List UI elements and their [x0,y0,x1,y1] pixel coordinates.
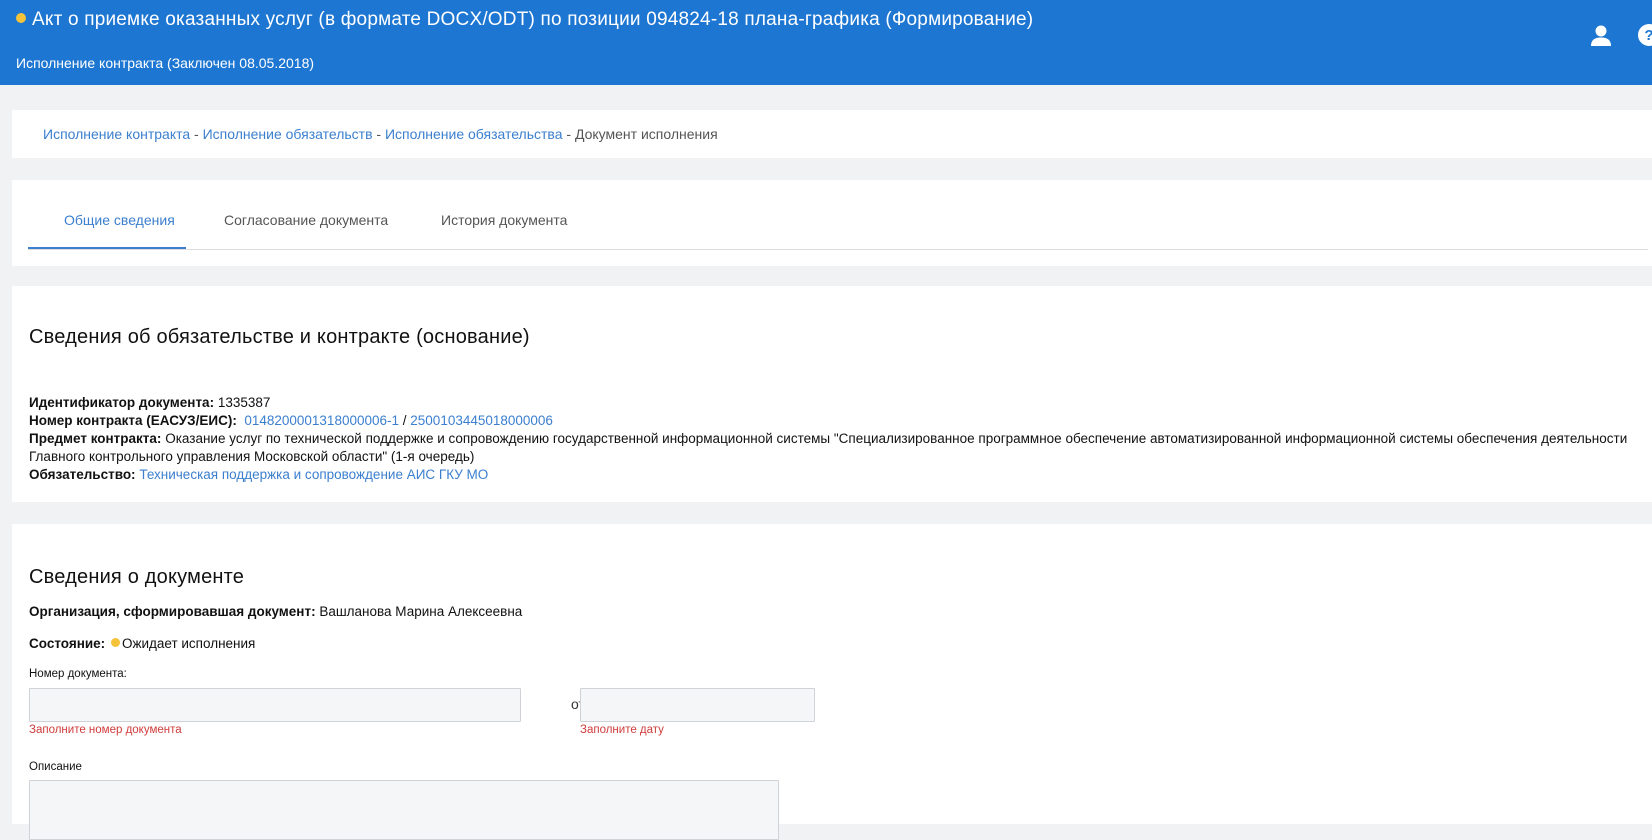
tab-bar: Общие сведения Согласование документа Ис… [28,180,1648,250]
contract-number-eis-link[interactable]: 2500103445018000006 [410,413,553,428]
breadcrumb-link-obligation[interactable]: Исполнение обязательства [385,126,563,142]
org-label: Организация, сформировавшая документ: [29,604,316,619]
contract-number-easuz-link[interactable]: 0148200001318000006-1 [244,413,399,428]
contract-number-label: Номер контракта (ЕАСУЗ/ЕИС): [29,413,237,428]
state-value: Ожидает исполнения [121,636,256,651]
tab-general[interactable]: Общие сведения [64,212,175,228]
breadcrumb-link-obligations[interactable]: Исполнение обязательств [203,126,373,142]
obligation-link[interactable]: Техническая поддержка и сопровождение АИ… [139,467,488,482]
state-dot [110,638,120,647]
document-info-title: Сведения о документе [29,566,245,588]
app-header: Акт о приемке оказанных услуг (в формате… [0,0,1652,85]
doc-date-input[interactable] [580,688,815,722]
obligation-label: Обязательство: [29,467,136,482]
org-row: Организация, сформировавшая документ: Ва… [29,604,522,619]
breadcrumb-link-contract[interactable]: Исполнение контракта [43,126,190,142]
breadcrumb-separator: - [372,126,385,142]
contract-number-row: Номер контракта (ЕАСУЗ/ЕИС): 01482000013… [29,412,1639,430]
breadcrumb: Исполнение контракта - Исполнение обязат… [43,126,718,142]
active-tab-indicator [28,247,186,249]
contract-number-separator: / [399,413,411,428]
user-icon[interactable] [1588,22,1614,48]
doc-date-error: Заполните дату [580,724,664,736]
contract-info-fields: Идентификатор документа: 1335387 Номер к… [29,394,1639,484]
contract-info-title: Сведения об обязательстве и контракте (о… [29,326,530,348]
description-textarea[interactable] [29,780,779,840]
doc-id-row: Идентификатор документа: 1335387 [29,394,1639,412]
state-label: Состояние: [29,636,106,651]
page-title-text: Акт о приемке оказанных услуг (в формате… [32,9,1034,30]
doc-number-label: Номер документа: [29,668,127,680]
tab-history[interactable]: История документа [441,212,567,228]
description-label: Описание [29,761,82,773]
breadcrumb-separator: - [562,126,575,142]
state-row: Состояние: Ожидает исполнения [29,636,255,651]
tab-approval[interactable]: Согласование документа [224,212,388,228]
contract-subject-value: Оказание услуг по технической поддержке … [29,431,1628,464]
doc-id-value: 1335387 [217,395,271,410]
svg-text:?: ? [1644,27,1652,44]
document-info-panel: Сведения о документе Организация, сформи… [12,524,1652,840]
contract-subject-label: Предмет контракта: [29,431,162,446]
tabs-panel: Общие сведения Согласование документа Ис… [12,180,1652,266]
doc-number-input[interactable] [29,688,521,722]
contract-info-panel: Сведения об обязательстве и контракте (о… [12,286,1652,502]
page-title: Акт о приемке оказанных услуг (в формате… [16,9,1536,30]
status-dot [16,13,26,23]
doc-id-label: Идентификатор документа: [29,395,215,410]
breadcrumb-current: Документ исполнения [574,126,718,142]
contract-subject-row: Предмет контракта: Оказание услуг по тех… [29,430,1639,466]
page-subtitle: Исполнение контракта (Заключен 08.05.201… [16,55,315,71]
help-icon[interactable]: ? [1636,22,1652,48]
doc-number-error: Заполните номер документа [29,724,182,736]
obligation-row: Обязательство: Техническая поддержка и с… [29,466,1639,484]
org-value: Вашланова Марина Алексеевна [319,604,523,619]
breadcrumb-separator: - [190,126,203,142]
breadcrumb-panel: Исполнение контракта - Исполнение обязат… [12,110,1652,158]
